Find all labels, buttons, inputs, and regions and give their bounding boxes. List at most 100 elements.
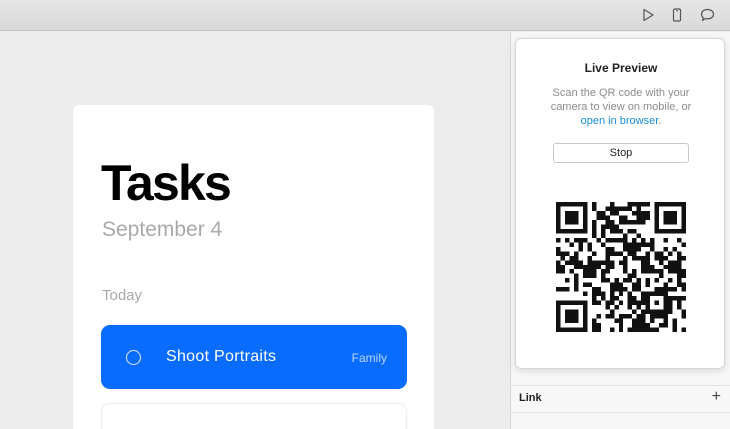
qr-module [569, 300, 574, 306]
qr-module [645, 210, 651, 216]
qr-module [582, 219, 588, 225]
qr-module [636, 323, 642, 328]
qr-module [591, 327, 597, 332]
qr-module [556, 314, 561, 319]
qr-module [641, 219, 646, 225]
qr-module [564, 314, 570, 319]
qr-module [672, 323, 678, 328]
qr-module [618, 282, 624, 288]
qr-module [663, 287, 669, 292]
qr-module [668, 305, 673, 310]
qr-module [632, 228, 637, 234]
qr-module [641, 300, 646, 306]
qr-module [632, 237, 637, 243]
task-checkbox[interactable] [126, 350, 141, 365]
add-link-button[interactable]: + [712, 389, 721, 405]
qr-module [627, 202, 633, 207]
qr-module [672, 219, 678, 225]
qr-module [681, 224, 686, 229]
qr-module [627, 246, 633, 252]
qr-module [609, 282, 615, 288]
stop-button[interactable]: Stop [553, 143, 689, 163]
qr-module [641, 323, 646, 328]
qr-module [591, 224, 597, 229]
task-card[interactable] [101, 403, 407, 429]
qr-module [645, 291, 651, 297]
open-in-browser-link[interactable]: open in browser [581, 115, 659, 127]
qr-module [560, 287, 565, 292]
qr-module [556, 318, 561, 324]
qr-module [645, 251, 651, 256]
qr-module [668, 202, 673, 207]
qr-module [654, 215, 660, 220]
play-button[interactable] [639, 6, 657, 24]
qr-module [591, 273, 597, 279]
qr-module [564, 287, 570, 292]
play-icon [643, 8, 654, 22]
qr-module [573, 260, 579, 265]
qr-module [632, 296, 637, 301]
qr-module [569, 215, 574, 220]
qr-module [681, 202, 686, 207]
qr-module [654, 251, 660, 256]
qr-module [569, 255, 574, 261]
comment-button[interactable] [698, 6, 716, 24]
qr-module [645, 260, 651, 265]
qr-module [582, 318, 588, 324]
qr-module [573, 202, 579, 207]
qr-module [623, 255, 628, 261]
qr-module [596, 314, 601, 319]
qr-module [650, 246, 655, 252]
qr-module [632, 246, 637, 252]
qr-module [681, 215, 686, 220]
qr-module [636, 215, 642, 220]
qr-module [560, 228, 565, 234]
qr-module [650, 309, 655, 315]
qr-module [681, 309, 686, 315]
qr-module [632, 318, 637, 324]
qr-module [600, 228, 606, 234]
qr-module [573, 264, 579, 270]
qr-code [556, 202, 686, 332]
qr-module [672, 246, 678, 252]
task-card[interactable]: Shoot Portraits Family [101, 325, 407, 389]
qr-module [605, 278, 610, 283]
qr-module [587, 269, 592, 274]
qr-module [627, 305, 633, 310]
popover-description: Scan the QR code with your camera to vie… [538, 86, 704, 128]
qr-module [627, 251, 633, 256]
qr-module [605, 215, 610, 220]
qr-module [632, 309, 637, 315]
qr-module [618, 260, 624, 265]
qr-module [645, 282, 651, 288]
page-title: Tasks [101, 155, 232, 211]
qr-module [632, 269, 637, 274]
qr-module [677, 300, 682, 306]
popover-description-text: Scan the QR code with your camera to vie… [550, 87, 692, 113]
qr-module [672, 210, 678, 216]
qr-module [573, 309, 579, 315]
date-label: September 4 [102, 218, 223, 241]
qr-module [596, 237, 601, 243]
qr-module [556, 215, 561, 220]
qr-module [668, 215, 673, 220]
qr-module [663, 215, 669, 220]
qr-module [614, 228, 619, 234]
qr-module [672, 260, 678, 265]
qr-module [672, 327, 678, 332]
qr-module [623, 287, 628, 292]
qr-module [609, 291, 615, 297]
qr-module [618, 300, 624, 306]
qr-module [582, 206, 588, 211]
qr-module [636, 242, 642, 247]
qr-module [632, 202, 637, 207]
qr-module [650, 269, 655, 274]
qr-module [654, 255, 660, 261]
device-preview-button[interactable] [668, 6, 686, 24]
qr-module [591, 287, 597, 292]
qr-module [564, 327, 570, 332]
qr-module [573, 210, 579, 216]
qr-module [582, 210, 588, 216]
qr-module [569, 228, 574, 234]
qr-module [623, 242, 628, 247]
